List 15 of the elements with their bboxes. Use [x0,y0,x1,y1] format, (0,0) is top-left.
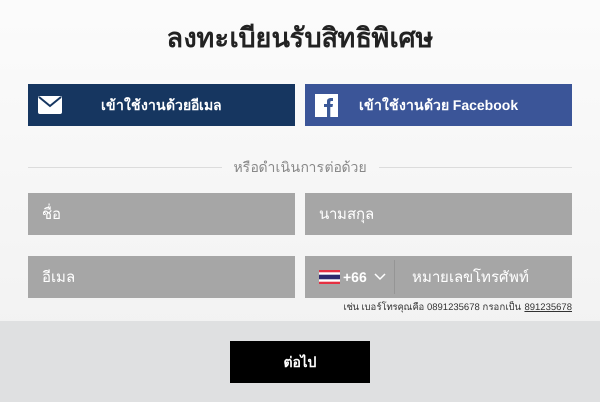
input-field[interactable]: นามสกุล [305,193,572,235]
mail-icon [38,96,62,114]
next-button[interactable]: ต่อไป [230,341,370,383]
email-login-button[interactable]: เข้าใช้งานด้วยอีเมล [28,84,295,126]
divider-text: หรือดำเนินการต่อด้วย [234,158,366,176]
flag-icon [319,270,340,284]
phone-hint: เช่น เบอร์โทรคุณคือ 0891235678 กรอกเป็น [344,301,520,315]
page-title: ลงทะเบียนรับสิทธิพิเศษ [166,22,434,54]
chevron-down-icon [374,273,386,281]
input-field[interactable]: อีเมล [28,256,295,298]
facebook-login-button[interactable]: เข้าใช้งานด้วย Facebook [305,84,572,126]
facebook-icon [315,94,338,116]
phone-field[interactable]: หมายเลขโทรศัพท์ [394,256,572,298]
example-number: 891235678 [524,301,572,315]
input-field[interactable]: ชื่อ [28,193,295,235]
